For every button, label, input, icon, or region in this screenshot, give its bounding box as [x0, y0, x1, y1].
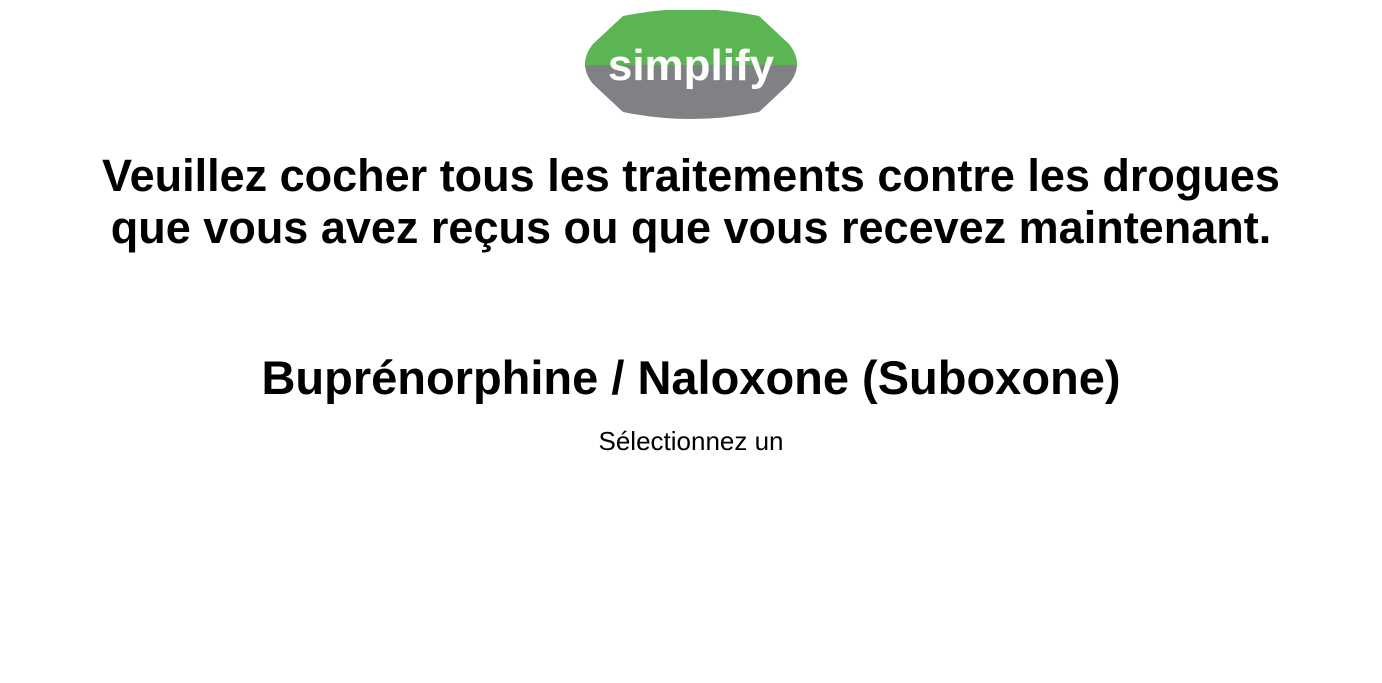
drug-name-heading: Buprénorphine / Naloxone (Suboxone)	[261, 351, 1121, 404]
simplify-logo: simplify	[583, 10, 799, 119]
logo-text: simplify	[608, 41, 775, 90]
select-prompt[interactable]: Sélectionnez un	[0, 425, 1382, 457]
question-heading: Veuillez cocher tous les traitements con…	[102, 150, 1280, 253]
